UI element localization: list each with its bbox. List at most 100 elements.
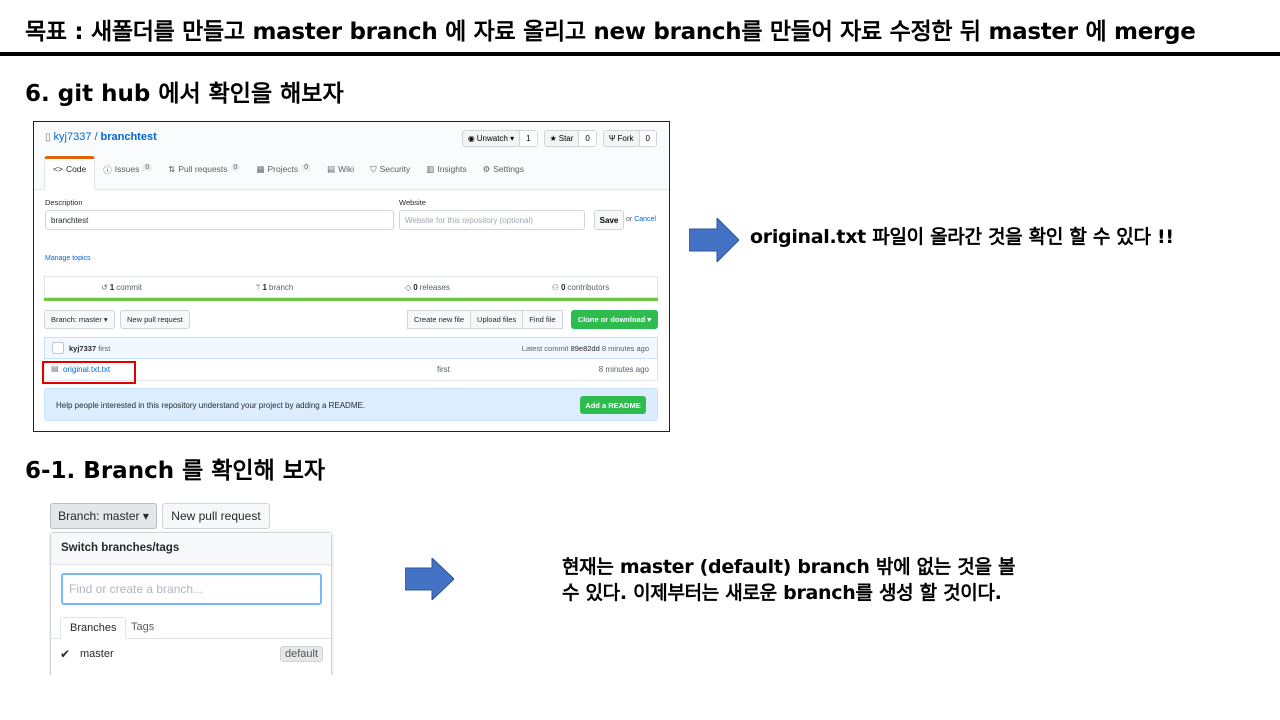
gear-icon: ⚙: [482, 164, 491, 174]
tab-count: 0: [142, 164, 153, 171]
find-file-button[interactable]: Find file: [522, 310, 563, 329]
fork-button[interactable]: Ψ Fork 0: [602, 130, 657, 147]
people-icon: ⚇: [551, 282, 559, 292]
readme-banner: Help people interested in this repositor…: [44, 388, 658, 421]
file-row: ▤ original.txt.txt first 8 minutes ago: [44, 359, 658, 381]
fork-label: Fork: [617, 134, 634, 143]
graph-icon: ▥: [426, 164, 435, 174]
save-button[interactable]: Save: [594, 210, 624, 230]
unwatch-button[interactable]: ◉ Unwatch ▾ 1: [461, 130, 538, 147]
pull-request-icon: ⇅: [168, 164, 176, 174]
note-line-2: 수 있다. 이제부터는 새로운 branch를 생성 할 것이다.: [562, 582, 1002, 604]
tab-security[interactable]: ⛉ Security: [362, 158, 418, 190]
branch-select-label: Branch: master: [58, 509, 140, 523]
stat-branches[interactable]: ᛘ 1 branch: [198, 277, 351, 297]
history-icon: ↺: [101, 282, 108, 292]
repo-icon: ▯: [45, 131, 51, 143]
latest-label: Latest commit: [521, 344, 569, 353]
right-arrow-icon: [405, 558, 454, 600]
watch-count[interactable]: 1: [520, 131, 537, 146]
tab-code[interactable]: <> Code: [44, 156, 96, 190]
tab-settings[interactable]: ⚙ Settings: [475, 158, 532, 190]
branch-menu-tabs: Branches Tags: [51, 617, 331, 639]
default-badge: default: [279, 646, 323, 662]
new-pull-request-button[interactable]: New pull request: [162, 503, 270, 529]
tab-count: 0: [230, 164, 241, 171]
avatar[interactable]: [52, 342, 64, 354]
file-action-group: Create new file Upload files Find file: [407, 310, 563, 329]
branch-filter-input[interactable]: Find or create a branch...: [61, 573, 322, 605]
tab-tags[interactable]: Tags: [122, 617, 163, 639]
highlight-box: [42, 361, 136, 384]
branch-select-button[interactable]: Branch: master ▾: [50, 503, 157, 529]
tab-wiki[interactable]: ▤ Wiki: [319, 158, 362, 190]
stat-releases[interactable]: ◇ 0 releases: [351, 277, 504, 297]
commit-hash[interactable]: 89e82dd: [571, 344, 600, 353]
branch-menu: Switch branches/tags Find or create a br…: [50, 532, 332, 675]
tab-label: Wiki: [338, 164, 355, 174]
repo-owner-link[interactable]: kyj7337: [54, 131, 92, 143]
tab-count: 0: [301, 164, 312, 171]
manage-topics-link[interactable]: Manage topics: [45, 255, 91, 262]
commit-author-name[interactable]: kyj7337: [69, 344, 96, 353]
or-text: or: [626, 216, 633, 223]
github-repo-screenshot: ▯ kyj7337 / branchtest ◉ Unwatch ▾ 1 ★ Sta…: [33, 121, 670, 432]
repo-action-buttons: ◉ Unwatch ▾ 1 ★ Star 0 Ψ Fork 0: [461, 130, 657, 147]
stat-label: contributors: [567, 282, 610, 292]
commit-age: 8 minutes ago: [601, 344, 649, 353]
description-field[interactable]: branchtest: [45, 210, 394, 230]
stat-commits[interactable]: ↺ 1 commit: [45, 277, 198, 297]
create-new-file-button[interactable]: Create new file: [407, 310, 472, 329]
commit-message[interactable]: first: [98, 344, 110, 353]
tab-label: Settings: [493, 164, 524, 174]
star-button[interactable]: ★ Star 0: [543, 130, 597, 147]
tab-label: Issues: [114, 164, 140, 174]
repo-tabs: <> Code ⓘ Issues 0 ⇅ Pull requests 0 ▦ Project…: [44, 156, 532, 190]
tag-icon: ◇: [405, 282, 412, 292]
cancel-link[interactable]: or Cancel: [626, 216, 656, 223]
tab-label: Insights: [437, 164, 467, 174]
note-branch-status: 현재는 master (default) branch 밖에 없는 것을 볼 수…: [562, 554, 1015, 606]
branch-item-master[interactable]: ✔ master default: [51, 645, 331, 665]
branch-name: master: [80, 648, 114, 660]
cancel-label: Cancel: [634, 216, 656, 223]
repo-header: ▯ kyj7337 / branchtest ◉ Unwatch ▾ 1 ★ Sta…: [34, 122, 669, 190]
repo-stats: ↺ 1 commit ᛘ 1 branch ◇ 0 releases ⚇ 0 contribut…: [44, 276, 658, 298]
title-divider: [0, 52, 1280, 56]
stat-contributors[interactable]: ⚇ 0 contributors: [504, 277, 657, 297]
file-commit-message[interactable]: first: [437, 365, 450, 374]
tab-issues[interactable]: ⓘ Issues 0: [95, 158, 160, 190]
stat-label: releases: [419, 282, 450, 292]
project-icon: ▦: [256, 164, 265, 174]
star-icon: ★: [549, 134, 557, 143]
tab-label: Projects: [267, 164, 299, 174]
tab-label: Security: [379, 164, 411, 174]
repo-separator: /: [94, 131, 98, 143]
tab-label: Pull requests: [178, 164, 228, 174]
upload-files-button[interactable]: Upload files: [470, 310, 524, 329]
stat-num: 0: [560, 282, 566, 292]
caret-down-icon: ▾: [142, 509, 149, 523]
tab-label: Code: [65, 164, 87, 174]
issue-icon: ⓘ: [103, 165, 112, 175]
readme-text: Help people interested in this repositor…: [56, 401, 366, 410]
add-readme-button[interactable]: Add a README: [580, 396, 646, 414]
description-label: Description: [45, 198, 83, 207]
tab-branches[interactable]: Branches: [60, 617, 127, 639]
clone-or-download-button[interactable]: Clone or download ▾: [571, 310, 658, 329]
stat-label: branch: [268, 282, 294, 292]
website-field[interactable]: Website for this repository (optional): [399, 210, 585, 230]
tab-insights[interactable]: ▥ Insights: [418, 158, 474, 190]
file-age: 8 minutes ago: [598, 365, 649, 374]
commit-author: kyj7337 first: [69, 344, 110, 353]
star-count[interactable]: 0: [579, 131, 596, 146]
language-bar: [44, 298, 658, 301]
tab-pull-requests[interactable]: ⇅ Pull requests 0: [160, 158, 248, 190]
new-pull-request-button[interactable]: New pull request: [120, 310, 190, 329]
tab-projects[interactable]: ▦ Projects 0: [248, 158, 319, 190]
branch-select-button[interactable]: Branch: master ▾: [44, 310, 115, 329]
latest-commit-bar: kyj7337 first Latest commit 89e82dd 8 mi…: [44, 337, 658, 359]
repo-name-link[interactable]: branchtest: [101, 131, 157, 143]
fork-count[interactable]: 0: [639, 131, 656, 146]
stat-label: commit: [116, 282, 142, 292]
